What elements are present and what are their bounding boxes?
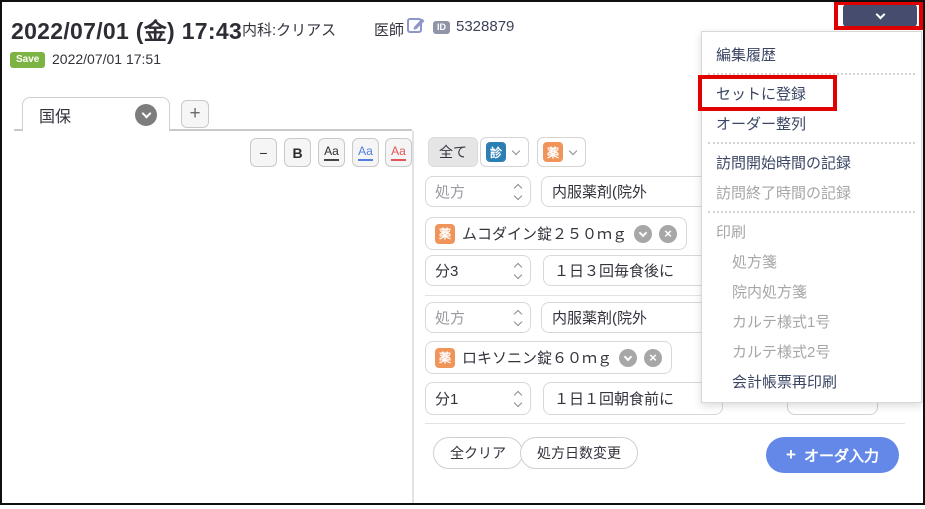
drug-expand-button[interactable]	[619, 349, 637, 367]
order-type-value: 処方	[435, 181, 509, 202]
text-color-blue-button[interactable]: Aa	[352, 138, 379, 167]
dose-select[interactable]: 分1	[425, 382, 531, 415]
text-color-black-button[interactable]: Aa	[318, 138, 345, 167]
order-type-select[interactable]: 処方	[425, 302, 531, 333]
patient-id: 5328879	[456, 18, 514, 35]
chevron-down-icon	[624, 352, 632, 360]
exam-badge: 診	[486, 142, 506, 162]
karte-menu-button[interactable]	[843, 4, 917, 27]
karte-window: 2022/07/01 (金) 17:43 内科:クリアス 医師 ID 53288…	[0, 0, 925, 509]
menu-item-order-sort[interactable]: オーダー整列	[702, 108, 921, 138]
plus-icon: +	[786, 445, 796, 465]
saved-timestamp: 2022/07/01 17:51	[52, 51, 161, 67]
menu-separator	[702, 207, 921, 216]
menu-item-edit-history[interactable]: 編集履歴	[702, 39, 921, 69]
clear-all-label: 全クリア	[450, 443, 506, 463]
menu-item-karte-form-1: カルテ様式1号	[702, 306, 921, 336]
menu-item-visit-start-record[interactable]: 訪問開始時間の記録	[702, 147, 921, 177]
order-input-label: オーダ入力	[804, 445, 879, 466]
menu-item-karte-form-2: カルテ様式2号	[702, 336, 921, 366]
chevron-down-icon	[639, 228, 647, 236]
color-blue-label: Aa	[358, 144, 373, 161]
drug-chip[interactable]: 薬 ムコダイン錠２５０ｍｇ ×	[425, 217, 687, 250]
dose-value: 分1	[435, 388, 509, 409]
filter-all-button[interactable]: 全て	[428, 137, 478, 167]
save-status-badge: Save	[10, 52, 45, 68]
clear-all-button[interactable]: 全クリア	[433, 437, 523, 469]
drug-category-value: 内服薬剤(院外	[552, 307, 647, 328]
change-days-button[interactable]: 処方日数変更	[520, 437, 638, 469]
actions-divider	[425, 423, 905, 424]
menu-item-inhouse-prescription: 院内処方箋	[702, 276, 921, 306]
menu-section-print: 印刷	[702, 216, 921, 246]
drug-expand-button[interactable]	[634, 225, 652, 243]
menu-separator	[702, 138, 921, 147]
tab-insurance-kokuho[interactable]: 国保	[22, 97, 170, 131]
menu-item-register-set[interactable]: セットに登録	[702, 78, 921, 108]
filter-all-label: 全て	[439, 142, 467, 162]
menu-item-prescription: 処方箋	[702, 246, 921, 276]
karte-dropdown-menu: 編集履歴 セットに登録 オーダー整列 訪問開始時間の記録 訪問終了時間の記録 印…	[701, 31, 922, 403]
menu-item-visit-end-record: 訪問終了時間の記録	[702, 177, 921, 207]
stepper-icon	[515, 311, 521, 325]
record-datetime: 2022/07/01 (金) 17:43	[11, 12, 242, 46]
tab-label: 国保	[39, 103, 135, 127]
bold-button[interactable]: B	[284, 138, 311, 167]
stepper-icon	[515, 185, 521, 199]
menu-item-reprint-accounting[interactable]: 会計帳票再印刷	[702, 366, 921, 396]
hr-label: −	[259, 145, 267, 161]
drug-name: ムコダイン錠２５０ｍｇ	[462, 223, 627, 244]
id-badge: ID	[433, 21, 450, 34]
change-days-label: 処方日数変更	[537, 443, 621, 463]
menu-separator	[702, 69, 921, 78]
usage-value: １日３回毎食後に	[554, 260, 674, 281]
order-type-select[interactable]: 処方	[425, 176, 531, 207]
drug-chip[interactable]: 薬 ロキソニン錠６０ｍｇ ×	[425, 341, 672, 374]
stepper-icon	[515, 264, 521, 278]
filter-drug-button[interactable]: 薬	[537, 137, 586, 167]
drug-badge: 薬	[435, 224, 455, 244]
text-color-red-button[interactable]: Aa	[385, 138, 412, 167]
tab-dropdown-button[interactable]	[135, 104, 157, 126]
drug-badge: 薬	[435, 348, 455, 368]
usage-field[interactable]: １日１回朝食前に	[543, 382, 723, 415]
panel-divider	[412, 131, 414, 503]
stepper-icon	[515, 392, 521, 406]
department-label: 内科:クリアス	[242, 19, 336, 40]
chevron-down-icon	[569, 146, 577, 154]
drug-remove-button[interactable]: ×	[659, 225, 677, 243]
chevron-down-icon	[875, 9, 885, 19]
filter-exam-button[interactable]: 診	[480, 137, 529, 167]
drug-badge: 薬	[543, 142, 563, 162]
doctor-label: 医師	[374, 19, 404, 40]
dose-select[interactable]: 分3	[425, 255, 531, 286]
edit-doctor-icon[interactable]	[406, 15, 426, 35]
dose-value: 分3	[435, 260, 509, 281]
drug-remove-button[interactable]: ×	[644, 349, 662, 367]
chevron-down-icon	[141, 108, 151, 118]
add-tab-button[interactable]: +	[181, 100, 209, 128]
usage-value: １日１回朝食前に	[554, 388, 674, 409]
bold-label: B	[292, 145, 302, 161]
order-type-value: 処方	[435, 307, 509, 328]
chevron-down-icon	[512, 146, 520, 154]
hr-button[interactable]: −	[250, 138, 277, 167]
drug-name: ロキソニン錠６０ｍｇ	[462, 347, 612, 368]
order-input-button[interactable]: + オーダ入力	[766, 437, 899, 473]
drug-category-value: 内服薬剤(院外	[552, 181, 647, 202]
color-red-label: Aa	[391, 144, 406, 161]
color-black-label: Aa	[324, 144, 339, 161]
